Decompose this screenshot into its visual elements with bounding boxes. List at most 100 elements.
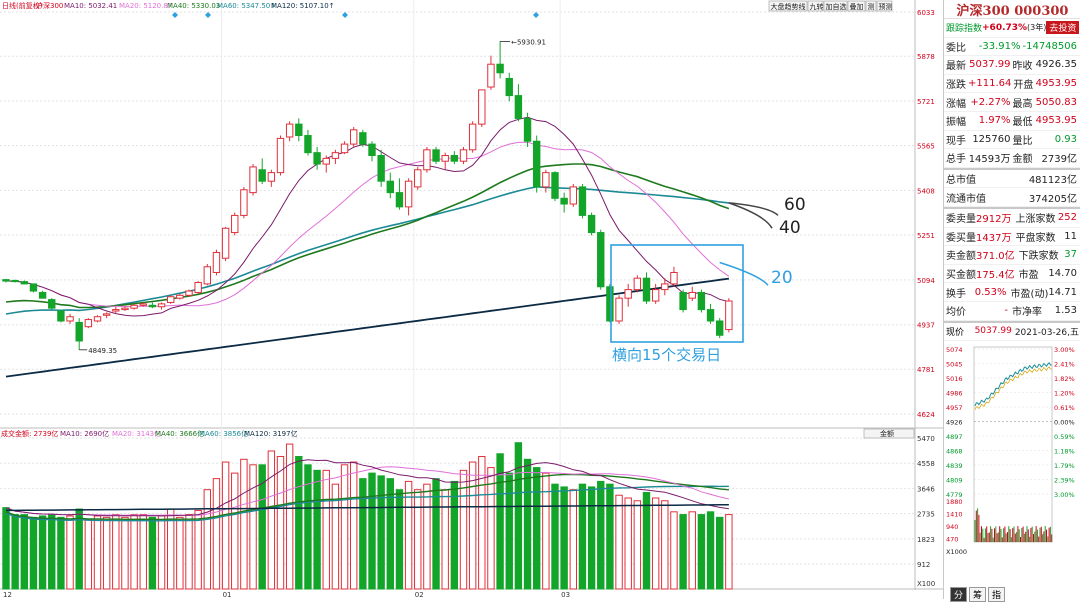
- x-tick-label: 03: [561, 591, 570, 599]
- candle-body: [359, 132, 367, 145]
- candle-body: [414, 169, 422, 188]
- volume-bar: [432, 478, 440, 590]
- price-tick-label: 4624: [917, 411, 935, 419]
- market-cap-row: 流通市值 374205亿: [944, 188, 1080, 207]
- quote-key2: 金额: [1012, 154, 1033, 166]
- mini-right-tick: 1.79%: [1054, 462, 1075, 470]
- volume-bar: [688, 511, 696, 590]
- toolbar-button-label: 大盘趋势线: [771, 2, 806, 11]
- candle-body: [66, 316, 74, 322]
- volume-bar: [395, 489, 404, 590]
- trade-value2: 1.53: [1054, 305, 1077, 317]
- volume-bar: [450, 480, 459, 590]
- mini-right-tick: 3.00%: [1054, 491, 1075, 499]
- candle-body: [651, 289, 660, 302]
- candle-body: [688, 291, 696, 299]
- mini-left-tick: 4957: [946, 404, 963, 412]
- quote-panel: 沪深300 000300 跟踪指数 +60.73% (3年) 去投资 委比 -33…: [943, 0, 1080, 602]
- volume-bar: [221, 461, 230, 590]
- quote-value: 1.97%: [978, 115, 1011, 127]
- trade-key: 委卖量: [946, 214, 976, 226]
- volume-tick-label: 1823: [917, 536, 935, 544]
- mini-price-label: 现价: [946, 327, 965, 338]
- quote-row: 涨跌 +111.64 开盘 4953.95: [944, 75, 1080, 94]
- volume-bar: [359, 478, 367, 590]
- volume-bar: [176, 516, 184, 590]
- volume-tick-label: 3646: [917, 485, 935, 493]
- volume-bar: [587, 486, 596, 590]
- volume-bar: [121, 516, 129, 590]
- candle-body: [350, 129, 358, 145]
- volume-bar: [203, 489, 212, 590]
- candle-body: [716, 320, 724, 336]
- trade-row: 委卖量 2912万 上涨家数 252: [944, 209, 1080, 228]
- mini-left-tick: 4897: [946, 433, 963, 441]
- candle-body: [203, 266, 212, 285]
- volume-bar: [295, 456, 303, 590]
- mini-right-tick: 3.00%: [1054, 346, 1075, 354]
- candle-body: [322, 157, 330, 165]
- ma40-annotation: 40: [779, 218, 801, 238]
- candle-body: [377, 155, 385, 182]
- bottom-tab-2[interactable]: 指: [988, 587, 1006, 602]
- quote-key: 总手: [946, 154, 966, 166]
- quote-value: 125760: [972, 133, 1011, 145]
- bottom-tab-0[interactable]: 分: [950, 587, 968, 602]
- quote-value2: -14748506: [1022, 40, 1077, 52]
- price-tick-label: 6033: [917, 9, 935, 17]
- volume-bar: [249, 464, 257, 590]
- candle-body: [496, 63, 504, 74]
- quote-key: 委比: [946, 42, 966, 54]
- mini-left-tick: 5016: [946, 375, 963, 383]
- volume-bar: [350, 461, 358, 590]
- candle-body: [404, 180, 413, 208]
- mini-right-tick: 0.00%: [1054, 419, 1075, 427]
- candle-body: [432, 149, 440, 162]
- candle-body: [725, 300, 733, 331]
- quote-key: 最新: [946, 61, 966, 73]
- volume-bar: [514, 442, 523, 590]
- price-tick-label: 5565: [917, 143, 935, 151]
- price-tick-label: 5878: [917, 53, 935, 61]
- volume-bar: [441, 489, 449, 590]
- volume-bar: [578, 483, 587, 590]
- candle-body: [249, 166, 257, 194]
- quote-row: 涨幅 +2.27% 最高 5050.83: [944, 93, 1080, 112]
- price-legend-item: MA20: 5120.87: [119, 2, 172, 10]
- quote-value2: 0.93: [1054, 133, 1077, 145]
- market-cap-row: 总市值 481123亿: [944, 170, 1080, 189]
- invest-button[interactable]: 去投资: [1046, 21, 1080, 35]
- trade-key2: 上涨家数: [1015, 214, 1056, 226]
- mini-left-tick: 4809: [946, 477, 963, 485]
- candle-body: [578, 186, 587, 216]
- candle-body: [478, 89, 486, 125]
- trade-value2: 11: [1064, 230, 1077, 242]
- candle-body: [505, 77, 513, 97]
- mkt-value: 374205亿: [1028, 193, 1077, 205]
- mini-right-tick: 2.39%: [1054, 477, 1075, 485]
- trade-row: 买金额 175.4亿 市盈 14.70: [944, 265, 1080, 284]
- bottom-tab-1[interactable]: 筹: [969, 587, 987, 602]
- kline-chart: 6033 5878 5721 5565 5408 5251 5094 4937 4781 4624…: [0, 0, 943, 599]
- candle-body: [468, 123, 477, 151]
- candle-body: [340, 143, 349, 154]
- mini-left-tick: 5045: [946, 361, 963, 369]
- price-tick-label: 4781: [917, 366, 935, 374]
- consolidation-label: 横向15个交易日: [612, 346, 721, 364]
- volume-bar: [66, 515, 74, 590]
- volume-bar: [340, 464, 349, 590]
- volume-bar: [231, 472, 239, 590]
- price-legend-item: MA10: 5032.41: [64, 2, 117, 10]
- trade-key: 均价: [946, 307, 966, 319]
- volume-bar: [661, 500, 669, 590]
- price-legend-item: 沪深300: [36, 1, 63, 10]
- volume-bar: [11, 514, 19, 590]
- trade-key: 委买量: [946, 232, 976, 244]
- trade-key: 换手: [946, 288, 966, 300]
- mini-left-tick: 470: [946, 536, 958, 544]
- candle-body: [258, 169, 266, 182]
- trade-value2: 37: [1064, 249, 1077, 261]
- stock-title: 沪深300 000300: [944, 0, 1080, 19]
- volume-bar: [148, 516, 157, 590]
- volume-bar: [267, 450, 276, 590]
